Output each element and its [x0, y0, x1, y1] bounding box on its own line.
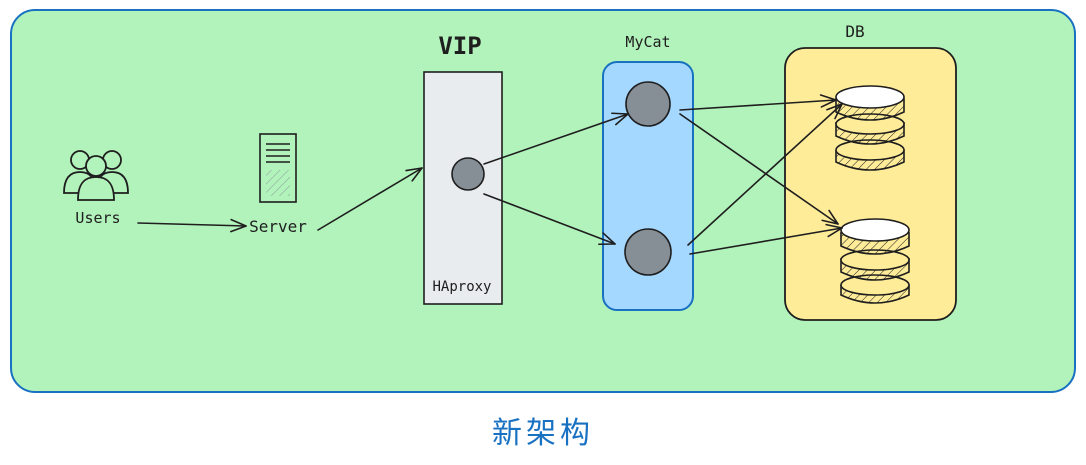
- haproxy-label: HAproxy: [432, 279, 491, 295]
- diagram-caption: 新架构: [492, 416, 594, 451]
- server-label: Server: [249, 217, 307, 236]
- database-icon: [840, 218, 910, 304]
- architecture-diagram: Users Server VIP HAproxy MyCat DB: [10, 9, 1076, 393]
- users-icon: [63, 150, 129, 201]
- vip-label: VIP: [438, 32, 481, 60]
- vip-node: [451, 157, 485, 191]
- mycat-node-bottom: [624, 228, 672, 276]
- database-icon: [835, 85, 905, 171]
- mycat-label: MyCat: [625, 33, 670, 51]
- mycat-node-top: [625, 81, 671, 127]
- server-icon: [259, 133, 297, 203]
- db-label: DB: [845, 22, 864, 41]
- users-label: Users: [75, 209, 120, 227]
